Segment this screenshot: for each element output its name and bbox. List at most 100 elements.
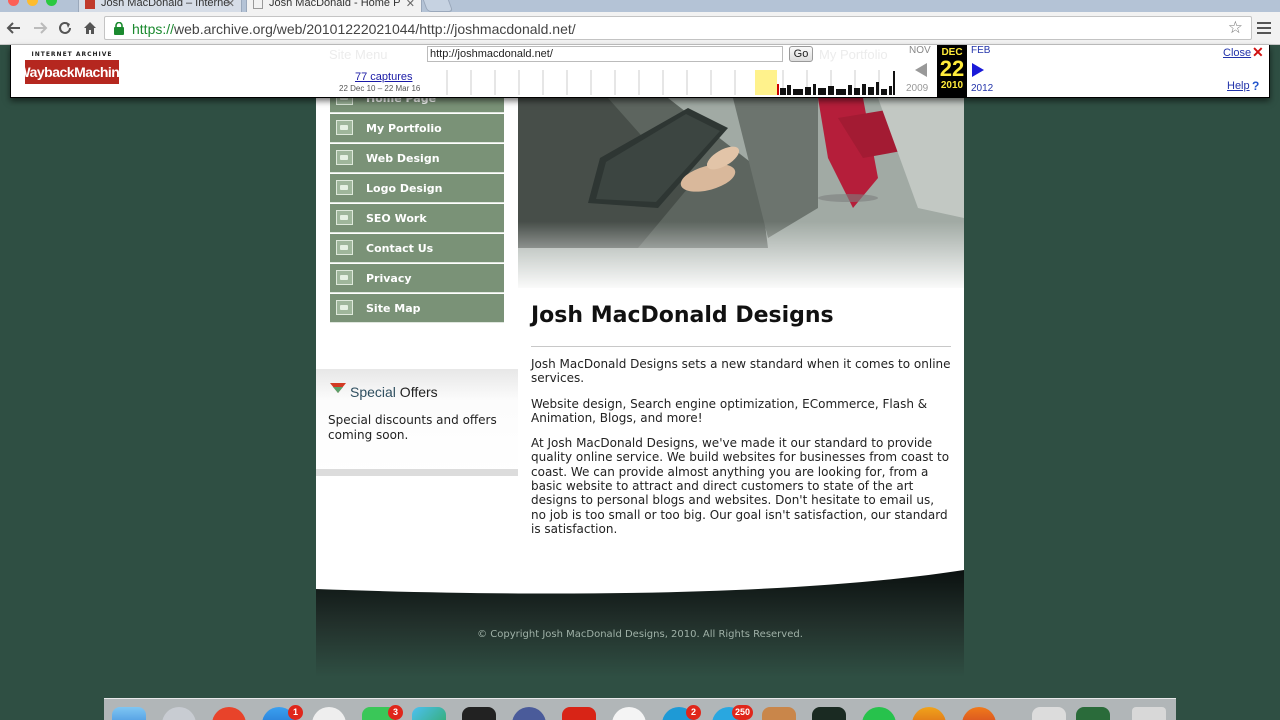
notification-badge: 1 bbox=[288, 705, 303, 720]
footer-wave bbox=[316, 565, 964, 677]
forward-button[interactable] bbox=[30, 18, 50, 38]
app-icon[interactable] bbox=[512, 707, 546, 720]
activity-monitor-icon[interactable] bbox=[812, 707, 846, 720]
favicon-icon bbox=[85, 0, 95, 9]
page-icon bbox=[253, 0, 263, 9]
next-year-link[interactable]: 2012 bbox=[971, 83, 993, 94]
address-bar[interactable]: https://web.archive.org/web/201012220210… bbox=[104, 16, 1252, 40]
sidebar-item-label: Privacy bbox=[366, 272, 412, 285]
browser-menu-icon[interactable] bbox=[1255, 19, 1273, 37]
back-arrow-icon bbox=[6, 22, 20, 34]
wayback-logo[interactable]: INTERNET ARCHIVE WaybackMachine bbox=[17, 51, 127, 87]
firefox-icon[interactable] bbox=[912, 707, 946, 720]
home-button[interactable] bbox=[80, 18, 100, 38]
document-icon[interactable] bbox=[1032, 707, 1066, 720]
sidebar-item-contact-us[interactable]: Contact Us bbox=[330, 234, 504, 263]
sidebar-item-my-portfolio[interactable]: My Portfolio bbox=[330, 114, 504, 143]
image-placeholder-icon bbox=[336, 300, 353, 315]
sidebar-item-web-design[interactable]: Web Design bbox=[330, 144, 504, 173]
intro-paragraph: Josh MacDonald Designs sets a new standa… bbox=[531, 357, 951, 386]
current-day: 22 bbox=[939, 56, 965, 81]
url-text: web.archive.org/web/20101222021044/http:… bbox=[174, 21, 576, 37]
trash-icon[interactable] bbox=[1132, 707, 1166, 720]
logo-text: INTERNET ARCHIVE bbox=[31, 51, 113, 58]
sidebar-item-site-map[interactable]: Site Map bbox=[330, 294, 504, 323]
lock-icon bbox=[114, 22, 124, 35]
prev-year-link[interactable]: 2009 bbox=[906, 83, 928, 94]
terminal-icon[interactable] bbox=[462, 707, 496, 720]
copyright-text: © Copyright Josh MacDonald Designs, 2010… bbox=[477, 629, 803, 640]
current-year: 2010 bbox=[940, 80, 964, 91]
go-button[interactable]: Go bbox=[789, 46, 813, 62]
back-button[interactable] bbox=[4, 18, 24, 38]
home-icon bbox=[84, 22, 96, 34]
browser-tab-strip: Josh MacDonald – Interne ✕ Josh MacDonal… bbox=[0, 0, 1280, 12]
ghost-site-menu: Site Menu bbox=[329, 47, 388, 62]
system-preferences-icon[interactable] bbox=[312, 707, 346, 720]
image-placeholder-icon bbox=[336, 240, 353, 255]
app-icon[interactable] bbox=[762, 707, 796, 720]
finder-icon[interactable] bbox=[112, 707, 146, 720]
dock: 1 3 2 250 bbox=[104, 698, 1176, 720]
browser-tab-2-active[interactable]: Josh MacDonald - Home P ✕ bbox=[246, 0, 422, 12]
page-title: Josh MacDonald Designs bbox=[531, 303, 834, 328]
sidebar-item-privacy[interactable]: Privacy bbox=[330, 264, 504, 293]
window-close-button[interactable] bbox=[8, 0, 19, 6]
sidebar-item-label: SEO Work bbox=[366, 212, 427, 225]
tab-close-icon[interactable]: ✕ bbox=[406, 0, 415, 10]
reload-button[interactable] bbox=[55, 18, 75, 38]
next-month-link[interactable]: FEB bbox=[971, 45, 990, 56]
prev-capture-arrow-icon[interactable] bbox=[915, 63, 927, 77]
url-scheme: https:// bbox=[132, 21, 175, 37]
close-link[interactable]: Close bbox=[1223, 47, 1251, 59]
html5-editor-icon[interactable] bbox=[562, 707, 596, 720]
sidebar-item-seo-work[interactable]: SEO Work bbox=[330, 204, 504, 233]
sidebar-item-label: Site Map bbox=[366, 302, 421, 315]
divider bbox=[531, 346, 951, 347]
next-capture-arrow-icon[interactable] bbox=[972, 63, 984, 77]
ghost-portfolio: My Portfolio bbox=[819, 47, 888, 62]
divider bbox=[316, 469, 518, 476]
forward-arrow-icon bbox=[34, 22, 48, 34]
tab-close-icon[interactable]: ✕ bbox=[226, 0, 235, 10]
help-icon[interactable]: ? bbox=[1252, 79, 1259, 93]
special-offers-title: Special Offers bbox=[350, 384, 438, 400]
website-container: Home Page My Portfolio Web Design Logo D… bbox=[316, 84, 964, 598]
current-capture-date: DEC 22 2010 bbox=[937, 45, 967, 98]
launchpad-icon[interactable] bbox=[162, 707, 196, 720]
sidebar-item-label: Logo Design bbox=[366, 182, 443, 195]
app-icon[interactable] bbox=[212, 707, 246, 720]
prev-month-link[interactable]: NOV bbox=[909, 45, 931, 56]
wayback-url-input[interactable]: http://joshmacdonald.net/ bbox=[427, 46, 783, 62]
special-offers-text: Special discounts and offers coming soon… bbox=[328, 413, 497, 442]
wayback-toolbar: INTERNET ARCHIVE WaybackMachine Site Men… bbox=[10, 44, 1270, 98]
screenshot-thumbnail-icon[interactable] bbox=[1076, 707, 1110, 720]
site-footer: © Copyright Josh MacDonald Designs, 2010… bbox=[316, 565, 964, 677]
image-placeholder-icon bbox=[336, 180, 353, 195]
bookmark-star-icon[interactable]: ☆ bbox=[1228, 18, 1243, 38]
business-person-photo bbox=[518, 98, 964, 288]
reload-icon bbox=[59, 21, 71, 34]
chrome-icon[interactable] bbox=[612, 707, 646, 720]
browser-tab-1[interactable]: Josh MacDonald – Interne ✕ bbox=[78, 0, 242, 12]
facetime-icon[interactable] bbox=[862, 707, 896, 720]
window-minimize-button[interactable] bbox=[27, 0, 38, 6]
firefox-dev-icon[interactable] bbox=[962, 707, 996, 720]
notification-badge: 2 bbox=[686, 705, 701, 720]
tab-title: Josh MacDonald – Interne bbox=[101, 0, 230, 9]
sidebar: Home Page My Portfolio Web Design Logo D… bbox=[316, 84, 518, 598]
window-zoom-button[interactable] bbox=[46, 0, 57, 6]
help-link[interactable]: Help bbox=[1227, 80, 1250, 92]
logo-wordmark: WaybackMachine bbox=[17, 60, 127, 84]
tab-title: Josh MacDonald - Home P bbox=[269, 0, 401, 9]
maps-icon[interactable] bbox=[412, 707, 446, 720]
capture-sparkline[interactable] bbox=[433, 70, 913, 95]
capture-range: 22 Dec 10 – 22 Mar 16 bbox=[339, 84, 421, 93]
sidebar-item-logo-design[interactable]: Logo Design bbox=[330, 174, 504, 203]
captures-link[interactable]: 77 captures bbox=[355, 71, 412, 83]
sidebar-item-label: My Portfolio bbox=[366, 122, 442, 135]
new-tab-button[interactable] bbox=[420, 0, 454, 12]
notification-badge: 3 bbox=[388, 705, 403, 720]
close-icon[interactable]: ✕ bbox=[1252, 44, 1264, 61]
main-content: Josh MacDonald Designs Josh MacDonald De… bbox=[531, 298, 951, 547]
